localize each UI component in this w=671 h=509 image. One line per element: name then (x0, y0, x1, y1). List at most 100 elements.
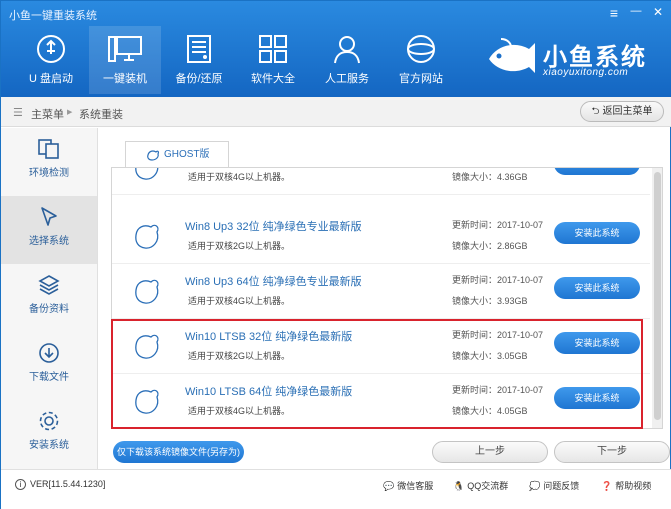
monitor-icon (108, 36, 142, 62)
version-label: i VER[11.5.44.1230] (15, 479, 105, 490)
system-size: 镜像大小：4.36GB (452, 172, 528, 182)
usb-icon (37, 35, 65, 63)
prev-step-button[interactable]: 上一步 (432, 441, 548, 463)
step-download-files[interactable]: 下载文件 (1, 332, 97, 400)
system-updated: 更新时间：2017-10-07 (452, 220, 544, 230)
step-select-system[interactable]: 选择系统 (1, 196, 97, 264)
back-arrow-icon: ⮌ (591, 106, 600, 117)
install-button[interactable]: 安装此系统 (554, 277, 640, 299)
system-name: Win8 Up3 64位 纯净绿色专业最新版 (185, 276, 362, 288)
download-icon (39, 343, 59, 363)
menu-icon[interactable]: ≡ (605, 5, 623, 21)
wechat-support-link[interactable]: 💬 微信客服 (383, 479, 433, 492)
back-to-menu-button[interactable]: ⮌ 返回主菜单 (580, 101, 664, 122)
system-name: Win8 Up3 32位 纯净绿色专业最新版 (185, 221, 362, 233)
nav-label: 官方网站 (399, 73, 443, 85)
qq-group-link[interactable]: 🐧 QQ交流群 (453, 479, 508, 492)
system-name: Win10 LTSB 32位 纯净绿色最新版 (185, 331, 353, 343)
info-icon: i (15, 479, 26, 490)
step-label: 下载文件 (29, 372, 69, 383)
wechat-icon: 💬 (383, 481, 395, 492)
list-item: Win10 LTSB 64位 纯净绿色最新版 适用于双核4G以上机器。 更新时间… (112, 374, 650, 428)
step-label: 备份资料 (29, 304, 69, 315)
ghost-icon (135, 334, 159, 359)
nav-one-key-install[interactable]: 一键装机 (89, 26, 161, 94)
system-description: 适用于双核4G以上机器。 (188, 406, 291, 416)
list-item: Win10 LTSB 32位 纯净绿色最新版 适用于双核2G以上机器。 更新时间… (112, 319, 650, 374)
breadcrumb-separator: ▶ (67, 109, 73, 116)
step-install-system[interactable]: 安装系统 (1, 400, 97, 468)
nav-manual-service[interactable]: 人工服务 (311, 26, 383, 94)
breadcrumb-current: 系统重装 (79, 109, 123, 121)
system-updated: 更新时间：2017-10-07 (452, 385, 544, 395)
scrollbar-thumb[interactable] (654, 172, 661, 420)
system-updated: 更新时间：2017-10-07 (452, 330, 544, 340)
ghost-icon (135, 389, 159, 414)
globe-icon (407, 35, 435, 63)
ghost-icon (135, 224, 159, 249)
tab-label: GHOST版 (164, 149, 210, 160)
step-label: 选择系统 (29, 236, 69, 247)
system-description: 适用于双核2G以上机器。 (188, 241, 291, 251)
brand-logo: 小鱼系统 xiaoyuxitong.com (485, 33, 665, 85)
install-button[interactable]: 安装此系统 (554, 332, 640, 354)
list-item: Win8 Up3 32位 纯净绿色专业最新版 适用于双核2G以上机器。 更新时间… (112, 209, 650, 264)
gear-icon (39, 411, 59, 431)
status-bar: i VER[11.5.44.1230] 💬 微信客服 🐧 QQ交流群 💭 问题反馈 ❓ 帮… (1, 469, 671, 509)
nav-backup-restore[interactable]: 备份/还原 (163, 26, 235, 94)
step-env-check[interactable]: 环境检测 (1, 128, 97, 196)
nav-label: U 盘启动 (29, 73, 73, 85)
step-label: 环境检测 (29, 168, 69, 179)
nav-official-site[interactable]: 官方网站 (385, 26, 457, 94)
close-icon[interactable]: ✕ (649, 5, 667, 19)
link-label: 问题反馈 (543, 481, 580, 491)
nav-label: 软件大全 (251, 73, 295, 85)
link-label: QQ交流群 (467, 481, 509, 491)
system-size: 镜像大小：4.05GB (452, 406, 528, 416)
system-size: 镜像大小：3.05GB (452, 351, 528, 361)
install-button[interactable]: 安装此系统 (554, 222, 640, 244)
feedback-icon: 💭 (529, 481, 541, 492)
env-check-icon (38, 139, 59, 159)
window-title: 小鱼一键重装系统 (9, 10, 97, 22)
system-list: 适用于双核4G以上机器。 镜像大小：4.36GB 安装此系统 Win8 Up3 … (111, 167, 663, 429)
breadcrumb-home[interactable]: 主菜单 (31, 106, 64, 122)
step-sidebar: 环境检测 选择系统 备份资料 下载文件 安装系统 (1, 128, 98, 469)
system-description: 适用于双核4G以上机器。 (188, 172, 291, 182)
install-button[interactable]: 安装此系统 (554, 168, 640, 175)
ghost-icon (135, 168, 159, 180)
list-icon: ☰ (13, 107, 23, 119)
cursor-icon (41, 207, 57, 226)
nav-software[interactable]: 软件大全 (237, 26, 309, 94)
nav-usb-boot[interactable]: U 盘启动 (15, 26, 87, 94)
download-only-button[interactable]: 仅下载该系统镜像文件(另存为) (113, 441, 244, 463)
nav-label: 备份/还原 (175, 73, 223, 85)
brand-url: xiaoyuxitong.com (543, 67, 629, 78)
ghost-tab-icon (147, 150, 159, 161)
fish-logo-icon (489, 38, 535, 73)
help-video-link[interactable]: ❓ 帮助视频 (601, 479, 651, 492)
system-description: 适用于双核4G以上机器。 (188, 296, 291, 306)
qq-icon: 🐧 (453, 481, 465, 492)
person-icon (334, 36, 360, 64)
feedback-link[interactable]: 💭 问题反馈 (529, 479, 579, 492)
system-updated: 更新时间：2017-10-07 (452, 275, 544, 285)
tab-ghost[interactable]: GHOST版 (125, 141, 229, 168)
next-step-button[interactable]: 下一步 (554, 441, 670, 463)
minimize-icon[interactable]: — (627, 5, 645, 17)
back-button-label: 返回主菜单 (602, 106, 653, 117)
link-label: 微信客服 (397, 481, 434, 491)
nav-label: 一键装机 (103, 73, 147, 85)
step-backup-data[interactable]: 备份资料 (1, 264, 97, 332)
list-item: Win8 Up3 64位 纯净绿色专业最新版 适用于双核4G以上机器。 更新时间… (112, 264, 650, 319)
system-size: 镜像大小：2.86GB (452, 241, 528, 251)
system-name: Win10 LTSB 64位 纯净绿色最新版 (185, 386, 353, 398)
step-label: 安装系统 (29, 440, 69, 451)
grid-icon (259, 35, 287, 63)
list-item: 适用于双核4G以上机器。 镜像大小：4.36GB 安装此系统 (112, 168, 650, 195)
system-description: 适用于双核2G以上机器。 (188, 351, 291, 361)
ghost-icon (135, 279, 159, 304)
list-scrollbar[interactable] (652, 168, 662, 428)
install-button[interactable]: 安装此系统 (554, 387, 640, 409)
top-navigation: 小鱼一键重装系统 ≡ — ✕ U 盘启动 一键装机 备份/还原 软件大全 人工服… (1, 1, 671, 97)
